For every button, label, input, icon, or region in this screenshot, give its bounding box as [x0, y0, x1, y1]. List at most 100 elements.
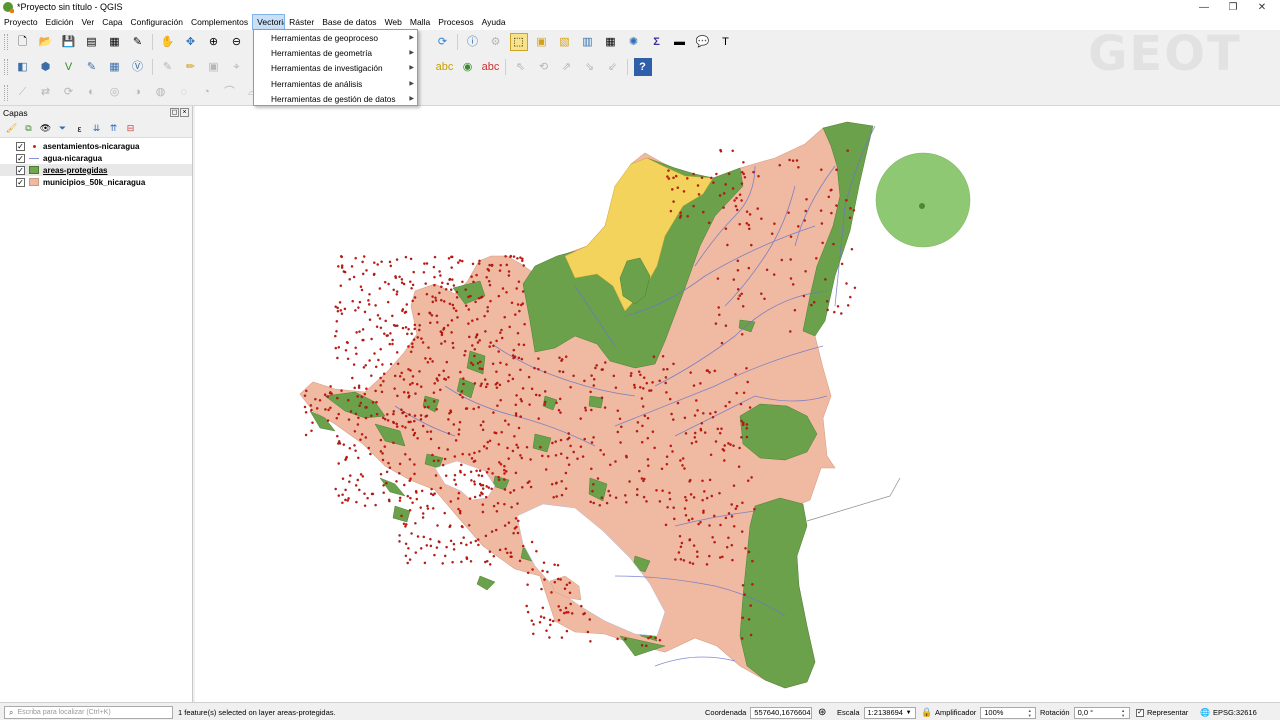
menu-raster[interactable]: Ráster: [285, 14, 318, 30]
attribute-table-icon[interactable]: ▥: [579, 33, 597, 51]
save-edits-icon[interactable]: ▣: [205, 58, 223, 76]
menu-ayuda[interactable]: Ayuda: [478, 14, 510, 30]
delete-part-icon[interactable]: ◔: [198, 84, 216, 102]
diagram-tool-icon[interactable]: ◉: [459, 58, 477, 76]
render-checkbox[interactable]: ✓: [1136, 708, 1144, 717]
add-vector-layer-icon[interactable]: V: [60, 58, 78, 76]
expand-all-icon[interactable]: ⇊: [89, 122, 104, 136]
map-render[interactable]: [195, 106, 1280, 702]
close-panel-icon[interactable]: ×: [180, 108, 189, 117]
field-calculator-icon[interactable]: ▦: [602, 33, 620, 51]
collapse-all-icon[interactable]: ⇈: [106, 122, 121, 136]
toggle-extents-icon[interactable]: ⊛: [818, 706, 826, 719]
style-manager-icon[interactable]: ✎: [129, 33, 147, 51]
toolbar-handle[interactable]: [4, 34, 8, 50]
delete-ring-icon[interactable]: ◌: [175, 84, 193, 102]
new-layout-icon[interactable]: ▤: [83, 33, 101, 51]
pan-hand-icon[interactable]: ✋: [159, 33, 177, 51]
pin-labels-icon[interactable]: abc: [482, 58, 500, 76]
menu-vectorial[interactable]: Vectorial: [252, 14, 286, 30]
remove-layer-icon[interactable]: ⊟: [123, 122, 138, 136]
minimize-button[interactable]: —: [1190, 0, 1218, 14]
map-canvas[interactable]: [195, 106, 1280, 702]
menu-item-research-tools[interactable]: Herramientas de investigación ▶: [254, 61, 417, 76]
layer-row-municipios[interactable]: ✓ municipios_50k_nicaragua: [0, 176, 192, 188]
menu-edicion[interactable]: Edición: [42, 14, 78, 30]
open-project-icon[interactable]: 📂: [37, 33, 55, 51]
label-show-hide-icon[interactable]: ⇘: [581, 58, 599, 76]
menu-capa[interactable]: Capa: [98, 14, 126, 30]
statistics-sigma-icon[interactable]: Σ: [648, 33, 666, 51]
fill-ring-icon[interactable]: ◍: [152, 84, 170, 102]
menu-malla[interactable]: Malla: [406, 14, 434, 30]
layer-row-agua[interactable]: ✓ agua-nicaragua: [0, 152, 192, 164]
maximize-button[interactable]: ❐: [1219, 0, 1247, 14]
corn-island-buffer[interactable]: [875, 152, 971, 248]
reshape-icon[interactable]: ⌒: [221, 84, 239, 102]
help-icon[interactable]: ?: [633, 58, 652, 76]
toolbar-handle[interactable]: [4, 84, 8, 101]
menu-item-geoprocess-tools[interactable]: Herramientas de geoproceso ▶: [254, 31, 417, 46]
layer-visibility-checkbox[interactable]: ✓: [16, 153, 25, 163]
new-project-icon[interactable]: 🗋: [14, 33, 32, 51]
label-change-icon[interactable]: ⇗: [558, 58, 576, 76]
add-group-icon[interactable]: ⧉: [21, 122, 36, 136]
menu-web[interactable]: Web: [381, 14, 406, 30]
text-annotation-icon[interactable]: T: [717, 33, 735, 51]
save-project-icon[interactable]: 💾: [60, 33, 78, 51]
pan-to-selection-icon[interactable]: ✥: [182, 33, 200, 51]
identify-icon[interactable]: ⓘ: [464, 33, 482, 51]
add-raster-layer-icon[interactable]: ✎: [83, 58, 101, 76]
locator-search-input[interactable]: ⌕ Escriba para localizar (Ctrl+K): [4, 706, 173, 719]
add-part-icon[interactable]: ◑: [129, 84, 147, 102]
zoom-in-icon[interactable]: ⊕: [205, 33, 223, 51]
filter-expression-icon[interactable]: ε: [72, 122, 87, 136]
advanced-digitizing-icon[interactable]: ⟋: [14, 84, 32, 102]
menu-item-analysis-tools[interactable]: Herramientas de análisis ▶: [254, 77, 417, 92]
zoom-out-icon[interactable]: ⊖: [228, 33, 246, 51]
float-panel-icon[interactable]: ◻: [170, 108, 179, 117]
layer-row-areas-protegidas[interactable]: ✓ areas-protegidas: [0, 164, 192, 176]
open-layer-styling-icon[interactable]: 🖌: [4, 122, 19, 136]
simplify-icon[interactable]: ◐: [83, 84, 101, 102]
add-virtual-layer-icon[interactable]: Ⓥ: [129, 58, 147, 76]
select-by-value-icon[interactable]: ▣: [533, 33, 551, 51]
select-features-icon[interactable]: ⬚: [509, 33, 528, 51]
label-callout-icon[interactable]: ⇙: [604, 58, 622, 76]
rotate-feature-icon[interactable]: ⟳: [60, 84, 78, 102]
coordinate-field[interactable]: 557640,1676604: [750, 706, 813, 719]
toolbox-gear-icon[interactable]: ✺: [625, 33, 643, 51]
rotation-spinbox[interactable]: 0,0 °: [1073, 706, 1130, 719]
menu-ver[interactable]: Ver: [77, 14, 98, 30]
toggle-editing-icon[interactable]: ✏: [182, 58, 200, 76]
data-source-manager-icon[interactable]: ◧: [14, 58, 32, 76]
menu-proyecto[interactable]: Proyecto: [0, 14, 42, 30]
layer-visibility-checkbox[interactable]: ✓: [16, 177, 25, 187]
filter-legend-icon[interactable]: ⏷: [55, 122, 70, 136]
layer-visibility-checkbox[interactable]: ✓: [16, 165, 25, 175]
menu-procesos[interactable]: Procesos: [434, 14, 477, 30]
new-geopackage-icon[interactable]: ⬢: [37, 58, 55, 76]
render-toggle[interactable]: ✓ Representar: [1136, 706, 1188, 719]
label-rotate-icon[interactable]: ⟲: [535, 58, 553, 76]
lock-scale-icon[interactable]: 🔒: [921, 706, 932, 719]
layer-visibility-checkbox[interactable]: ✓: [16, 141, 25, 151]
manage-visibility-icon[interactable]: 👁: [38, 122, 53, 136]
deselect-icon[interactable]: ▧: [556, 33, 574, 51]
menu-base-de-datos[interactable]: Base de datos: [318, 14, 380, 30]
add-ring-icon[interactable]: ◎: [106, 84, 124, 102]
menu-complementos[interactable]: Complementos: [187, 14, 252, 30]
menu-item-geometry-tools[interactable]: Herramientas de geometría ▶: [254, 46, 417, 61]
scale-combobox[interactable]: 1:2138694 ▼: [863, 706, 916, 719]
close-button[interactable]: ✕: [1248, 0, 1276, 14]
action-icon[interactable]: ⚙: [487, 33, 505, 51]
layer-row-asentamientos[interactable]: ✓ asentamientos-nicaragua: [0, 140, 192, 152]
move-feature-icon[interactable]: ⇄: [37, 84, 55, 102]
crs-button[interactable]: 🌐 EPSG:32616: [1200, 706, 1257, 719]
map-tips-icon[interactable]: 💬: [694, 33, 712, 51]
refresh-icon[interactable]: ⟳: [434, 33, 452, 51]
label-tool-icon[interactable]: abc: [436, 58, 454, 76]
magnifier-spinbox[interactable]: 100%: [980, 706, 1037, 719]
digitize-icon[interactable]: ⌖: [228, 58, 246, 76]
menu-item-data-management-tools[interactable]: Herramientas de gestión de datos ▶: [254, 92, 417, 107]
